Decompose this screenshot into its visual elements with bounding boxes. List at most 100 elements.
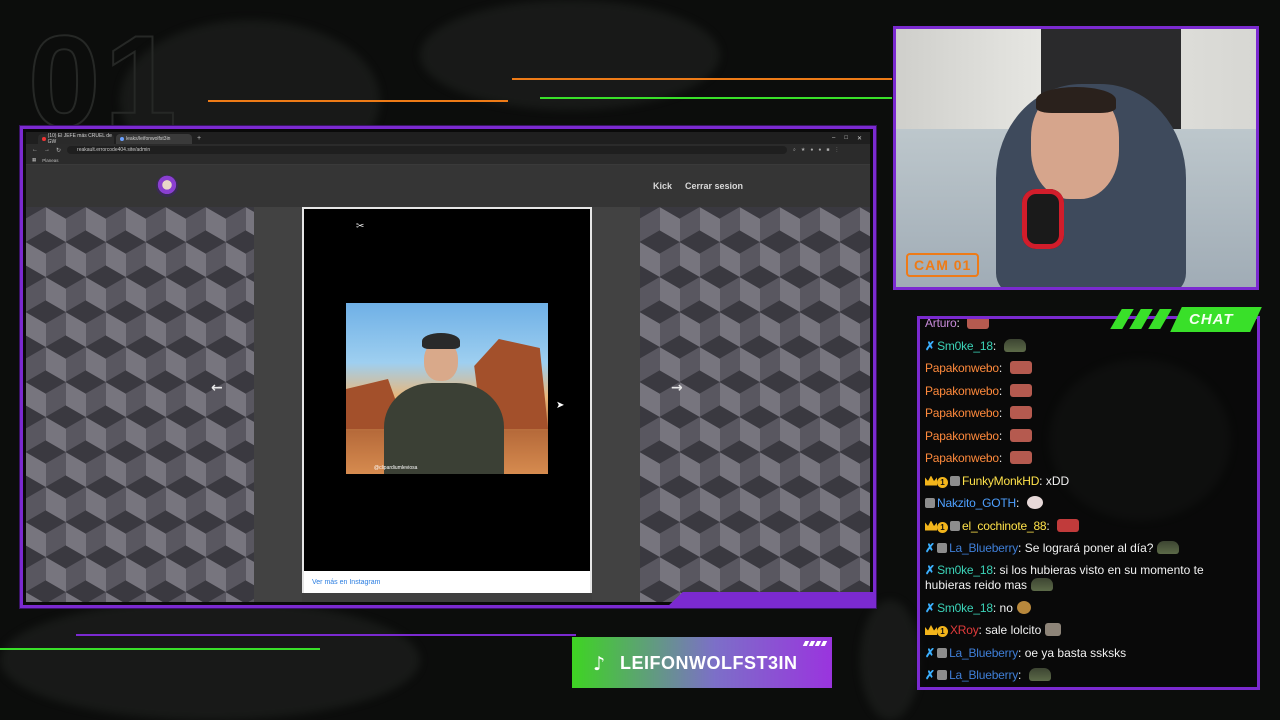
chat-username[interactable]: FunkyMonkHD bbox=[962, 474, 1039, 488]
webcam-frame: CAM 01 bbox=[893, 26, 1259, 290]
window-controls: – □ ✕ bbox=[832, 135, 870, 142]
emote-icon bbox=[1009, 361, 1032, 374]
chat-username[interactable]: Papakonwebo bbox=[925, 406, 999, 420]
sub-badge-icon bbox=[937, 543, 948, 553]
extension-icon[interactable]: ■ bbox=[826, 147, 829, 153]
zoom-icon[interactable]: ⌕ bbox=[793, 147, 796, 153]
sub-badge-icon bbox=[950, 520, 960, 531]
web-page: Kick Cerrar sesion ← → ✂ @clipardiumlevi… bbox=[26, 165, 870, 602]
deco-line-green bbox=[540, 97, 892, 99]
sub-badge-icon bbox=[937, 670, 948, 680]
chat-username[interactable]: Papakonwebo bbox=[925, 451, 999, 465]
frame-accent bbox=[666, 592, 876, 608]
emote-icon bbox=[1045, 623, 1062, 636]
tier-badge-icon: 1 bbox=[937, 476, 948, 488]
streamer-hair bbox=[1036, 87, 1116, 113]
instagram-embed: ✂ @clipardiumleviosa Ver más en Instagra… bbox=[302, 207, 592, 593]
instagram-link[interactable]: Ver más en Instagram bbox=[312, 579, 380, 586]
minimize-icon[interactable]: – bbox=[832, 135, 835, 142]
address-bar[interactable]: reakault.errorcode404.site/admin bbox=[67, 146, 788, 154]
chat-username[interactable]: La_Blueberry bbox=[949, 646, 1018, 660]
extension-icon[interactable]: ● bbox=[810, 147, 813, 153]
sword-badge-icon: ✗ bbox=[925, 338, 936, 353]
chat-message: Papakonwebo: bbox=[925, 402, 1249, 425]
browser-tab-active[interactable]: leaks/leifonwolfst3in bbox=[116, 134, 192, 144]
lightbox: ← → ✂ @clipardiumleviosa Ver más en Inst… bbox=[26, 207, 870, 602]
chat-separator: : bbox=[998, 451, 1006, 465]
chat-separator: : bbox=[992, 600, 1000, 615]
emote-icon bbox=[1031, 577, 1054, 591]
chat-username[interactable]: Sm0ke_18 bbox=[937, 601, 993, 615]
thumb-person bbox=[384, 383, 504, 474]
lightbox-gutter bbox=[592, 207, 646, 602]
deco-line-orange bbox=[512, 78, 892, 80]
chat-username[interactable]: Papakonwebo bbox=[925, 361, 999, 375]
chat-username[interactable]: La_Blueberry bbox=[949, 668, 1018, 682]
new-tab-icon[interactable]: + bbox=[197, 135, 201, 142]
crown-badge-icon bbox=[925, 625, 937, 635]
chat-message: Papakonwebo: bbox=[925, 447, 1249, 470]
forward-icon[interactable]: → bbox=[44, 147, 50, 153]
video-thumbnail[interactable]: @clipardiumleviosa bbox=[346, 303, 548, 474]
chat-separator: : bbox=[998, 383, 1006, 398]
bookmark-item[interactable]: Planeas bbox=[42, 158, 58, 163]
browser-tab[interactable]: (10) El JEFE más CRUEL de GW bbox=[38, 133, 114, 145]
chat-text: sale lolcito bbox=[985, 623, 1042, 637]
crown-badge-icon bbox=[925, 520, 937, 531]
sword-badge-icon: ✗ bbox=[925, 668, 936, 682]
chat-separator: : bbox=[992, 338, 1000, 353]
emote-icon bbox=[1028, 668, 1051, 681]
crown-badge-icon bbox=[925, 475, 937, 486]
chat-username[interactable]: Papakonwebo bbox=[925, 384, 999, 398]
back-icon[interactable]: ← bbox=[32, 147, 38, 153]
arrow-left-icon[interactable]: ← bbox=[211, 380, 223, 396]
maximize-icon[interactable]: □ bbox=[844, 135, 848, 142]
site-favicon-icon bbox=[120, 137, 124, 141]
site-header: Kick Cerrar sesion bbox=[26, 165, 870, 207]
chat-username[interactable]: Arturo bbox=[925, 319, 957, 330]
chat-message: ✗ Sm0ke_18: si los hubieras visto en su m… bbox=[925, 560, 1249, 597]
chat-stripe bbox=[1148, 309, 1172, 329]
chat-username[interactable]: Nakzito_GOTH bbox=[937, 496, 1016, 510]
youtube-icon bbox=[42, 137, 46, 141]
chat-username[interactable]: Papakonwebo bbox=[925, 429, 999, 443]
mouse-cursor-icon: ➤ bbox=[556, 400, 565, 411]
emote-icon bbox=[1057, 518, 1080, 532]
star-icon[interactable]: ★ bbox=[801, 147, 805, 153]
emote-icon bbox=[1016, 600, 1031, 614]
chat-username[interactable]: el_cochinote_88 bbox=[962, 519, 1047, 533]
arrow-right-icon[interactable]: → bbox=[671, 380, 683, 396]
chat-message: Papakonwebo: bbox=[925, 357, 1249, 380]
deco-line-orange bbox=[208, 100, 508, 102]
embed-footer: Ver más en Instagram bbox=[304, 571, 590, 593]
bg-shape bbox=[860, 600, 920, 720]
chat-text: xDD bbox=[1045, 473, 1070, 488]
extension-icon[interactable]: ● bbox=[818, 147, 821, 153]
site-logo[interactable] bbox=[156, 175, 178, 197]
chat-message: Nakzito_GOTH: bbox=[925, 492, 1249, 515]
emote-icon bbox=[1009, 451, 1032, 464]
chat-username[interactable]: XRoy bbox=[950, 623, 979, 637]
chat-separator: : bbox=[1015, 496, 1023, 510]
close-icon[interactable]: ✕ bbox=[857, 135, 862, 142]
reload-icon[interactable]: ↻ bbox=[56, 147, 61, 154]
microphone bbox=[1022, 189, 1064, 249]
nav-kick-link[interactable]: Kick bbox=[653, 181, 672, 191]
tier-badge-icon: 1 bbox=[937, 521, 948, 533]
chat-separator: : bbox=[1039, 473, 1046, 488]
apps-icon[interactable]: ▦ bbox=[32, 157, 36, 163]
chat-username[interactable]: Sm0ke_18 bbox=[937, 563, 993, 577]
chat-message: 1 XRoy: sale lolcito bbox=[925, 619, 1249, 642]
chat-message: ✗ Sm0ke_18: bbox=[925, 335, 1249, 358]
chat-username[interactable]: Sm0ke_18 bbox=[937, 339, 993, 353]
chat-message: 1 FunkyMonkHD: xDD bbox=[925, 470, 1249, 493]
chat-separator: : bbox=[1018, 541, 1025, 555]
emote-icon bbox=[967, 319, 990, 329]
chat-username[interactable]: La_Blueberry bbox=[949, 541, 1018, 555]
chat-separator: : bbox=[1018, 645, 1025, 660]
browser-tab-label: leaks/leifonwolfst3in bbox=[126, 136, 171, 142]
sword-badge-icon: ✗ bbox=[925, 541, 936, 555]
menu-icon[interactable]: ⋮ bbox=[834, 147, 839, 153]
nav-logout-link[interactable]: Cerrar sesion bbox=[685, 181, 743, 191]
chat-separator: : bbox=[1018, 668, 1025, 682]
